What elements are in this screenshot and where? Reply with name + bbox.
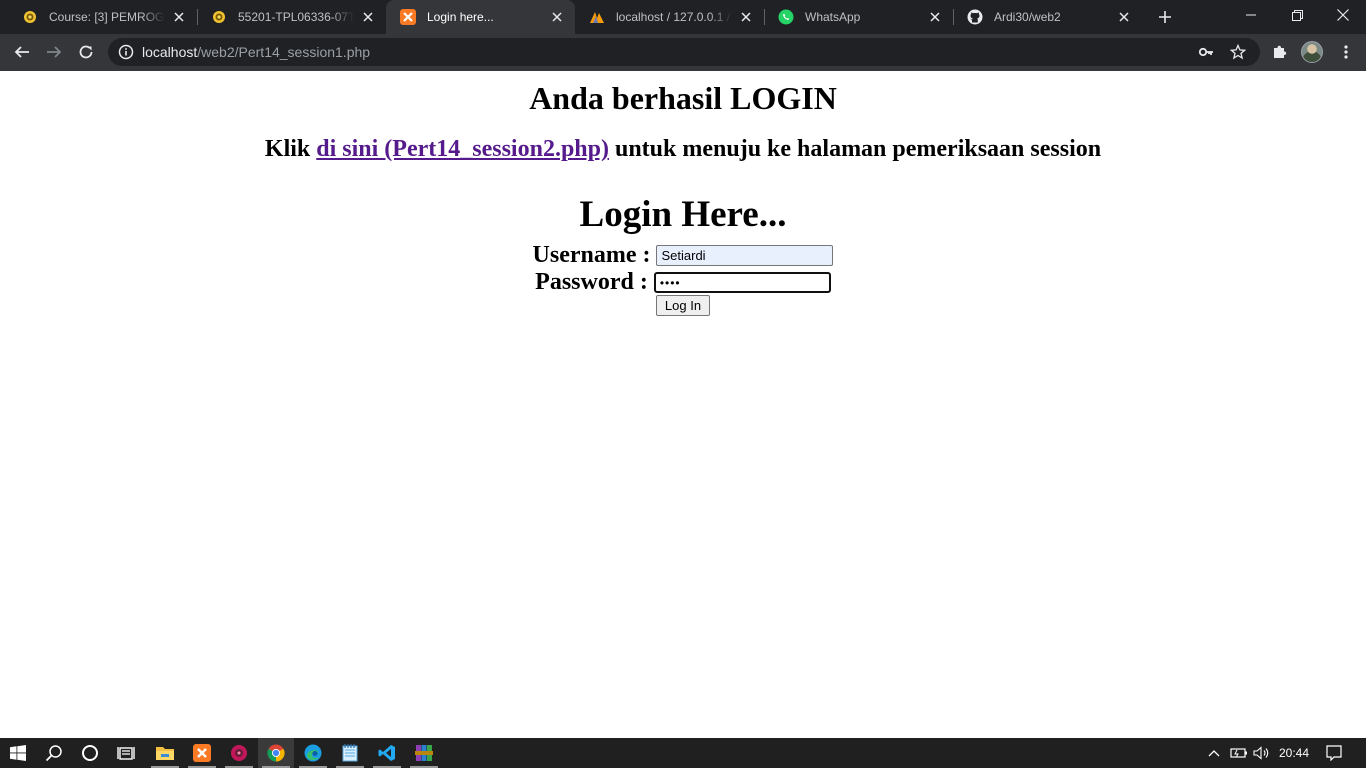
tab-github-web2[interactable]: Ardi30/web2	[953, 0, 1142, 34]
notification-icon[interactable]	[1320, 738, 1348, 768]
chrome-icon[interactable]	[258, 738, 294, 768]
session2-link[interactable]: di sini (Pert14_session2.php)	[316, 136, 609, 162]
address-bar[interactable]: localhost/web2/Pert14_session1.php	[108, 38, 1260, 66]
plus-icon	[1159, 11, 1171, 23]
close-icon[interactable]	[360, 9, 376, 25]
winrar-icon[interactable]	[406, 738, 442, 768]
arrow-right-icon	[47, 46, 62, 58]
extensions-button[interactable]	[1266, 38, 1294, 66]
task-view-icon[interactable]	[108, 738, 144, 768]
clock[interactable]: 20:44	[1276, 738, 1312, 768]
xampp-icon	[400, 9, 416, 25]
address-host: localhost	[142, 44, 198, 60]
minimize-button[interactable]	[1228, 0, 1274, 30]
search-icon[interactable]	[36, 738, 72, 768]
edge-icon[interactable]	[295, 738, 331, 768]
star-icon[interactable]	[1229, 43, 1247, 60]
moodle-icon	[22, 9, 38, 25]
app-pink-icon[interactable]	[221, 738, 257, 768]
close-icon[interactable]	[549, 9, 565, 25]
puzzle-icon	[1274, 45, 1287, 58]
close-icon[interactable]	[1116, 9, 1132, 25]
success-heading: Anda berhasil LOGIN	[529, 80, 837, 116]
volume-icon[interactable]	[1251, 738, 1273, 768]
address-url: localhost/web2/Pert14_session1.php	[142, 44, 370, 60]
reload-button[interactable]	[72, 38, 100, 66]
tab-login-here[interactable]: Login here...	[386, 0, 575, 34]
tab-55201-tpl[interactable]: 55201-TPL06336-07TPLE	[197, 0, 386, 34]
close-icon	[1337, 9, 1349, 21]
kebab-menu-icon	[1344, 45, 1348, 59]
forward-button[interactable]	[40, 38, 68, 66]
tab-title: Course: [3] PEMROGRAMAN	[49, 10, 165, 24]
link-prefix: Klik	[264, 136, 317, 162]
tab-course-pemrograman[interactable]: Course: [3] PEMROGRAMAN	[8, 0, 197, 34]
key-icon[interactable]	[1198, 44, 1214, 60]
login-button[interactable]: Log In	[656, 295, 710, 316]
restore-button[interactable]	[1274, 0, 1320, 30]
minimize-icon	[1246, 14, 1256, 16]
back-button[interactable]	[8, 38, 36, 66]
web-page: Anda berhasil LOGIN Klik di sini (Pert14…	[0, 71, 1366, 738]
close-icon[interactable]	[738, 9, 754, 25]
moodle-icon	[211, 9, 227, 25]
chevron-up-icon[interactable]	[1204, 738, 1224, 768]
login-heading: Login Here...	[579, 194, 787, 235]
username-label: Username :	[532, 242, 651, 268]
tab-title: 55201-TPL06336-07TPLE	[238, 10, 354, 24]
restore-icon	[1291, 9, 1303, 21]
avatar[interactable]	[1301, 41, 1323, 63]
browser-tab-strip: Course: [3] PEMROGRAMAN 55201-TPL06336-0…	[0, 0, 1366, 34]
session-link-line: Klik di sini (Pert14_session2.php) untuk…	[0, 136, 1366, 163]
battery-icon[interactable]	[1228, 738, 1250, 768]
whatsapp-icon	[778, 9, 794, 25]
close-icon[interactable]	[927, 9, 943, 25]
address-path: /web2/Pert14_session1.php	[197, 44, 371, 60]
file-explorer-icon[interactable]	[147, 738, 183, 768]
username-row: Username : Setiardi	[0, 242, 1366, 269]
arrow-left-icon	[14, 46, 29, 58]
tab-whatsapp[interactable]: WhatsApp	[764, 0, 953, 34]
reload-icon	[79, 45, 93, 59]
windows-taskbar: 20:44	[0, 738, 1366, 768]
browser-toolbar: localhost/web2/Pert14_session1.php	[0, 34, 1366, 71]
tab-title: WhatsApp	[805, 10, 861, 24]
close-window-button[interactable]	[1320, 0, 1366, 30]
vscode-icon[interactable]	[369, 738, 405, 768]
new-tab-button[interactable]	[1153, 5, 1177, 29]
menu-button[interactable]	[1332, 38, 1360, 66]
info-icon[interactable]	[118, 44, 134, 60]
xampp-icon[interactable]	[184, 738, 220, 768]
tab-title: Login here...	[427, 10, 494, 24]
cortana-icon[interactable]	[72, 738, 108, 768]
notepad-icon[interactable]	[332, 738, 368, 768]
close-icon[interactable]	[171, 9, 187, 25]
tab-title: Ardi30/web2	[994, 10, 1061, 24]
username-input[interactable]: Setiardi	[656, 245, 834, 266]
github-icon	[967, 9, 983, 25]
password-input[interactable]: ••••	[653, 272, 831, 293]
password-label: Password :	[535, 269, 648, 295]
windows-start-icon[interactable]	[0, 738, 36, 768]
link-suffix: untuk menuju ke halaman pemeriksaan sess…	[608, 136, 1102, 162]
phpmyadmin-icon	[589, 9, 605, 25]
tab-phpmyadmin[interactable]: localhost / 127.0.0.1 / db	[575, 0, 764, 34]
tab-title: localhost / 127.0.0.1 / db	[616, 10, 732, 24]
password-row: Password : ••••	[0, 269, 1366, 296]
